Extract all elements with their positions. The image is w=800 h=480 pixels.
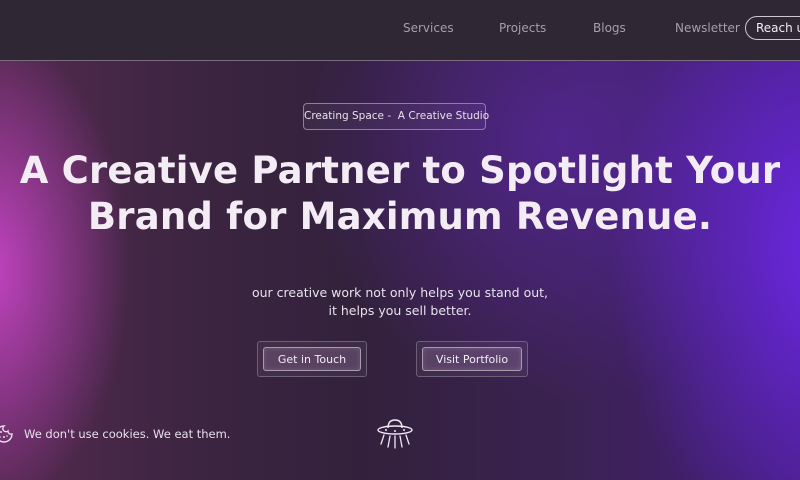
hero-background xyxy=(0,0,800,480)
reach-us-button[interactable]: Reach us xyxy=(745,16,800,40)
top-navbar: Services Projects Blogs Newsletter Reach… xyxy=(0,0,800,61)
visit-portfolio-button[interactable]: Visit Portfolio xyxy=(416,341,528,377)
ufo-icon xyxy=(377,419,413,449)
subtext-line-1: our creative work not only helps you sta… xyxy=(251,285,549,300)
subtext-line-2: it helps you sell better. xyxy=(328,303,472,318)
hero-headline: A Creative Partner to Spotlight Your Bra… xyxy=(0,148,800,240)
visit-portfolio-label: Visit Portfolio xyxy=(422,347,522,371)
get-in-touch-button[interactable]: Get in Touch xyxy=(257,341,367,377)
cookie-icon xyxy=(0,425,13,443)
cookie-text: We don't use cookies. We eat them. xyxy=(24,427,231,441)
headline-line-2: Brand for Maximum Revenue. xyxy=(87,195,713,238)
headline-line-1: A Creative Partner to Spotlight Your xyxy=(19,149,781,192)
studio-badge: Creating Space - A Creative Studio xyxy=(303,103,489,130)
hero-subtext: our creative work not only helps you sta… xyxy=(0,284,800,320)
nav-link-projects[interactable]: Projects xyxy=(499,21,546,35)
nav-link-newsletter[interactable]: Newsletter xyxy=(675,21,740,35)
nav-link-services[interactable]: Services xyxy=(403,21,454,35)
get-in-touch-label: Get in Touch xyxy=(263,347,361,371)
nav-link-blogs[interactable]: Blogs xyxy=(593,21,626,35)
